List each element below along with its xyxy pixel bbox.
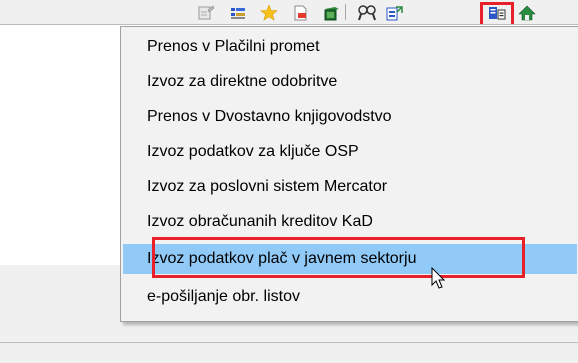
menu-item-label: Izvoz podatkov za ključe OSP [147,143,359,160]
panel-top-border [0,24,578,25]
menu-item-label: Prenos v Dvostavno knjigovodstvo [147,108,392,125]
menu-item-e-posiljanje[interactable]: e-pošiljanje obr. listov [123,282,577,312]
menu-item-izvoz-mercator[interactable]: Izvoz za poslovni sistem Mercator [123,172,577,202]
menu-item-izvoz-direktne[interactable]: Izvoz za direktne odobritve [123,67,577,97]
menu-item-prenos-placilni[interactable]: Prenos v Plačilni promet [123,32,577,62]
menu-item-label: e-pošiljanje obr. listov [147,288,300,305]
menu-item-label: Izvoz za poslovni sistem Mercator [147,178,388,195]
search-people-icon[interactable] [358,5,376,21]
lower-panel-line [0,342,578,343]
list-icon[interactable] [229,5,247,21]
toolbar-separator [345,4,346,20]
menu-item-izvoz-kljuce-osp[interactable]: Izvoz podatkov za ključe OSP [123,137,577,167]
menu-item-label: Izvoz za direktne odobritve [147,73,338,90]
star-icon[interactable] [260,5,278,21]
menu-item-highlight-box [152,237,525,278]
menu-item-prenos-dvostavno[interactable]: Prenos v Dvostavno knjigovodstvo [123,102,577,132]
document-icon[interactable] [292,5,310,21]
report-icon[interactable] [197,5,215,21]
menu-item-label: Izvoz obračunanih kreditov KaD [147,213,373,230]
home-icon[interactable] [518,5,536,21]
menu-item-label: Prenos v Plačilni promet [147,38,320,55]
export-icon[interactable] [386,5,404,21]
window-icon[interactable] [323,5,341,21]
menu-item-izvoz-kreditov-kad[interactable]: Izvoz obračunanih kreditov KaD [123,207,577,237]
mouse-cursor-icon [431,267,446,289]
